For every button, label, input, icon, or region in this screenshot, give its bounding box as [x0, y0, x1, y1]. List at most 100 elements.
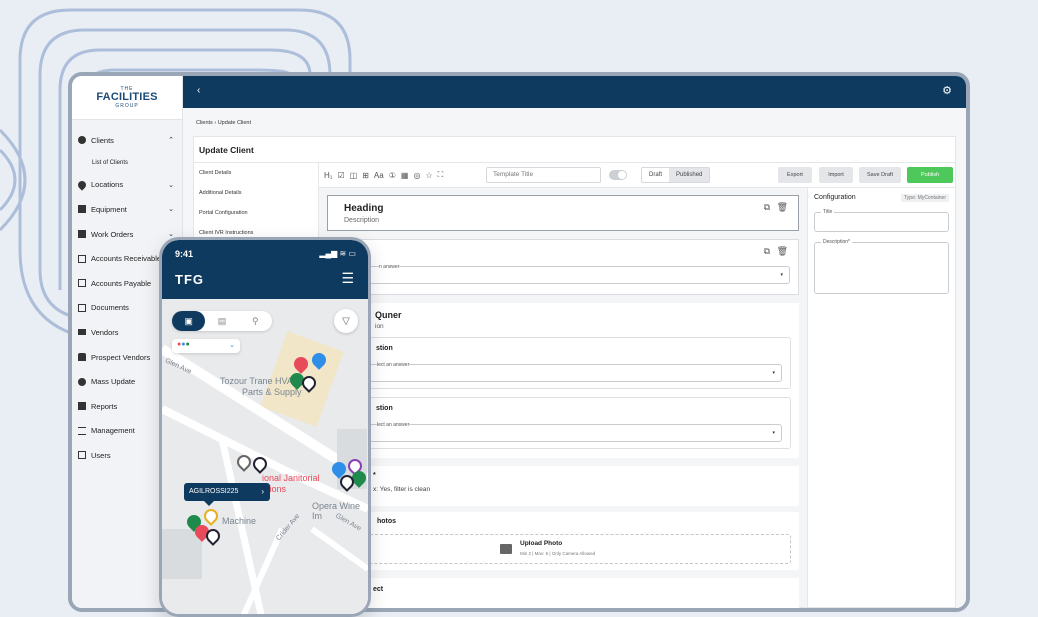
group-description: ion [375, 323, 384, 330]
status-icons: ▂▄▆ ≋ ▭ [319, 249, 356, 258]
sidebar-item-locations[interactable]: Locations ⌄ [72, 173, 182, 198]
group-title: Quner [375, 310, 402, 320]
copy-icon[interactable]: ⧉ [764, 246, 770, 257]
publish-button[interactable]: Publish [907, 167, 953, 183]
list-view-icon[interactable]: ▤ [205, 311, 238, 331]
upload-photo-constraints: Min 2 | Max: 5 | Only Camera Allowed [520, 551, 596, 556]
question-group: Quner ion stion lect an answer ▾ stion le… [327, 303, 799, 458]
map-pin-tooltip[interactable]: AGILROSSI225 › [184, 483, 270, 506]
place-label: ional Janitorial [262, 473, 320, 483]
chevron-right-icon: › [261, 487, 264, 496]
trash-icon[interactable]: 🗑 [777, 202, 788, 213]
template-toggle[interactable] [609, 170, 627, 180]
logo-line-2: FACILITIES [96, 91, 158, 103]
text-tool-icon[interactable]: Aa [374, 171, 384, 180]
export-button[interactable]: Export [778, 167, 812, 183]
place-label: Machine [222, 516, 257, 526]
back-icon[interactable]: ‹ [197, 85, 200, 96]
select-label: lect an answer [377, 422, 410, 428]
sidebar-item-label: Accounts Payable [91, 278, 152, 288]
select-block-bottom[interactable]: ect [327, 578, 799, 608]
title-field[interactable]: Title [814, 209, 949, 232]
star-tool-icon[interactable]: ☆ [425, 171, 432, 180]
sidebar-item-label: Reports [91, 401, 118, 411]
page-title: Update Client [194, 137, 955, 163]
calendar-tool-icon[interactable]: ▦ [401, 171, 409, 180]
dropdown-arrow-icon: ▾ [780, 272, 783, 278]
gear-icon[interactable]: ⚙ [942, 84, 952, 97]
table-tool-icon[interactable]: ⊞ [362, 171, 369, 180]
mobile-brand-logo: TFG [175, 272, 204, 287]
copy-icon[interactable]: ⧉ [764, 202, 770, 213]
sidebar-item-equipment[interactable]: Equipment ⌄ [72, 197, 182, 222]
dropdown-arrow-icon: ▾ [772, 430, 775, 436]
container-type-badge: Type: MyContainer [901, 194, 949, 202]
question-1[interactable]: stion lect an answer ▾ [337, 337, 791, 389]
question-3-title: * [373, 472, 376, 479]
title-field-label: Title [821, 209, 835, 215]
camera-tool-icon[interactable]: ◎ [413, 171, 420, 180]
draft-published-switch: Draft Published [641, 167, 711, 183]
heading-block[interactable]: Heading Description ⧉ 🗑 [327, 195, 799, 231]
tooltip-label: AGILROSSI225 [189, 488, 239, 495]
photos-block[interactable]: hotos Upload Photo Min 2 | Max: 5 | Only… [327, 512, 799, 570]
template-title-input[interactable]: Template Title [486, 167, 601, 183]
hamburger-menu-icon[interactable]: ☰ [341, 270, 354, 287]
form-canvas: Heading Description ⧉ 🗑 ⧉ 🗑 n answer ▾ Qu… [319, 188, 807, 608]
draft-option[interactable]: Draft [642, 168, 669, 182]
map-legend[interactable]: ●●● ⌄ [172, 339, 240, 353]
question-2[interactable]: stion lect an answer ▾ [337, 397, 791, 449]
invoice-icon [78, 279, 86, 288]
status-time: 9:41 [175, 249, 194, 259]
invoice-icon [78, 254, 86, 263]
sidebar-subitem-list-of-clients[interactable]: List of Clients [72, 153, 182, 173]
answer-select[interactable]: n answer ▾ [338, 264, 790, 284]
question-1-select[interactable]: lect an answer ▾ [348, 362, 782, 382]
sidebar-item-clients[interactable]: Clients ⌃ [72, 128, 182, 153]
save-draft-button[interactable]: Save Draft [859, 167, 901, 183]
place-label: Parts & Supply [242, 387, 302, 397]
columns-tool-icon[interactable]: ◫ [350, 171, 358, 180]
sidebar-item-label: Management [91, 426, 135, 436]
upload-photo-dropzone[interactable]: Upload Photo Min 2 | Max: 5 | Only Camer… [357, 534, 791, 564]
tab-additional-details[interactable]: Additional Details [194, 183, 318, 203]
checkbox-tool-icon[interactable]: ☑ [337, 171, 344, 180]
location-view-icon[interactable]: ⚲ [239, 311, 272, 331]
users-icon [78, 451, 86, 460]
number-tool-icon[interactable]: ① [389, 171, 396, 180]
configuration-title: Configuration [814, 194, 856, 201]
photos-title: hotos [377, 518, 397, 525]
heading-tool-icon[interactable]: H₁ [324, 171, 332, 180]
upload-photo-title: Upload Photo [520, 540, 563, 547]
report-icon [78, 402, 86, 411]
question-3-description: x: Yes, filter is clean [373, 486, 431, 493]
description-field[interactable]: Description* [814, 239, 949, 294]
mobile-header: 9:41 ▂▄▆ ≋ ▭ TFG ☰ [162, 240, 368, 299]
tab-client-details[interactable]: Client Details [194, 163, 318, 183]
tfg-logo[interactable]: THE FACILITIES GROUP [72, 76, 182, 120]
import-button[interactable]: Import [819, 167, 853, 183]
question-2-select[interactable]: lect an answer ▾ [348, 422, 782, 442]
block-heading: Heading [344, 203, 384, 214]
mobile-phone-mockup: 9:41 ▂▄▆ ≋ ▭ TFG ☰ ▣ ▤ ⚲ ▽ ●●● ⌄ Glen Ave… [159, 237, 371, 617]
select-block[interactable]: ⧉ 🗑 n answer ▾ [327, 239, 799, 295]
sidebar-item-label: Mass Update [91, 377, 136, 387]
question-3-block[interactable]: * x: Yes, filter is clean [327, 466, 799, 506]
grid-icon [78, 230, 86, 239]
clock-icon [78, 377, 86, 386]
sidebar-item-label: Locations [91, 180, 124, 190]
user-circle-icon [78, 136, 86, 145]
select-block-title: ect [373, 586, 384, 593]
trash-icon[interactable]: 🗑 [777, 246, 788, 257]
clipboard-icon [78, 205, 86, 214]
tab-portal-configuration[interactable]: Portal Configuration [194, 203, 318, 223]
filter-icon[interactable]: ▽ [334, 309, 358, 333]
map-view[interactable]: ▣ ▤ ⚲ ▽ ●●● ⌄ Glen Ave Tozour Trane HVAC … [162, 299, 368, 614]
document-icon [78, 303, 86, 312]
published-option[interactable]: Published [669, 168, 710, 182]
expand-tool-icon[interactable]: ⛶ [438, 170, 444, 180]
sidebar-item-label: Work Orders [91, 229, 134, 239]
car-icon [78, 353, 86, 362]
map-view-icon[interactable]: ▣ [172, 311, 206, 331]
sidebar-item-label: Documents [91, 303, 129, 313]
